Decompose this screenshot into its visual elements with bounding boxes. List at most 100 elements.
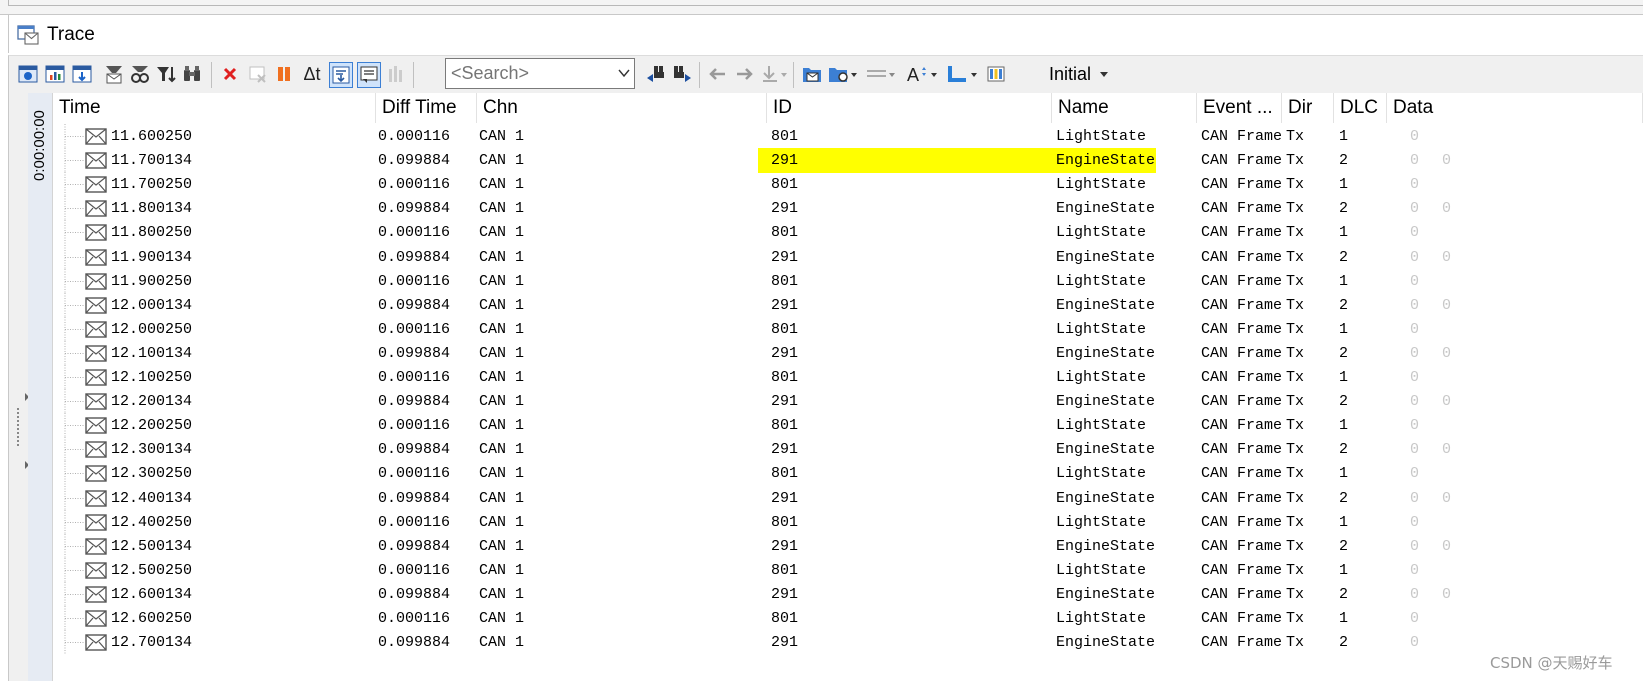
splitter-grip[interactable]	[17, 408, 21, 446]
cell-event: CAN Frame	[1201, 320, 1283, 338]
color-button[interactable]	[945, 62, 979, 86]
cell-chn: CAN 1	[479, 634, 525, 652]
message-icon	[85, 537, 107, 555]
cell-time: 11.900134	[111, 248, 193, 266]
search-input[interactable]	[446, 59, 611, 87]
forward-button[interactable]	[733, 62, 755, 86]
column-header-data[interactable]: Data	[1387, 93, 1643, 123]
column-chart-button[interactable]	[385, 62, 407, 86]
column-header-id[interactable]: ID	[767, 93, 1052, 123]
cell-chn: CAN 1	[479, 224, 525, 242]
cell-event: CAN Frame	[1201, 489, 1283, 507]
detail-view-button[interactable]	[357, 62, 381, 88]
table-row[interactable]: 12.000134 0.099884 CAN 1 291 EngineState CAN …	[53, 292, 1643, 318]
cell-diff: 0.099884	[378, 634, 451, 652]
initial-dropdown[interactable]: Initial	[1049, 62, 1109, 86]
message-icon	[85, 200, 107, 217]
cell-dir: Tx	[1286, 272, 1305, 290]
table-row[interactable]: 12.300250 0.000116 CAN 1 801 LightState CAN F…	[53, 461, 1643, 487]
cell-data-byte: 0	[1410, 537, 1420, 555]
columns-button[interactable]	[985, 62, 1007, 86]
logging-button[interactable]	[801, 62, 823, 86]
table-row[interactable]: 12.500250 0.000116 CAN 1 801 LightState CAN F…	[53, 557, 1643, 583]
cell-dir: Tx	[1286, 224, 1305, 242]
toolbar-button-4[interactable]	[103, 62, 125, 86]
table-row[interactable]: 12.600134 0.099884 CAN 1 291 EngineState CAN …	[53, 581, 1643, 607]
cell-dlc: 1	[1339, 272, 1349, 290]
chevron-down-icon[interactable]	[618, 67, 630, 79]
separator-line-button[interactable]	[865, 62, 897, 86]
table-row[interactable]: 12.100134 0.099884 CAN 1 291 EngineState CAN …	[53, 340, 1643, 366]
cell-name: LightState	[1056, 610, 1147, 627]
table-row[interactable]: 12.700134 0.099884 CAN 1 291 EngineState CAN …	[53, 630, 1643, 656]
find-previous-button[interactable]	[645, 62, 667, 86]
toolbar-button-7[interactable]	[181, 62, 203, 86]
table-row[interactable]: 11.900134 0.099884 CAN 1 291 EngineState CAN …	[53, 244, 1643, 270]
column-header-diff-time[interactable]: Diff Time	[376, 93, 477, 123]
table-row[interactable]: 12.000250 0.000116 CAN 1 801 LightState CAN F…	[53, 316, 1643, 342]
table-row[interactable]: 12.400250 0.000116 CAN 1 801 LightState CAN F…	[53, 509, 1643, 535]
message-icon	[85, 321, 107, 338]
table-row[interactable]: 11.800250 0.000116 CAN 1 801 LightState CAN F…	[53, 220, 1643, 246]
message-icon	[85, 296, 107, 314]
autoscroll-button[interactable]	[329, 62, 353, 88]
cell-id: 291	[771, 344, 799, 362]
table-row[interactable]: 12.400134 0.099884 CAN 1 291 EngineState CAN …	[53, 485, 1643, 511]
column-header-dlc[interactable]: DLC	[1334, 93, 1387, 123]
cell-id: 801	[771, 320, 799, 338]
cell-name: LightState	[1056, 320, 1147, 338]
cell-time: 12.600134	[111, 585, 193, 603]
config-button[interactable]	[827, 62, 859, 86]
delta-time-button[interactable]: Δt	[299, 62, 325, 86]
cell-dlc: 1	[1339, 176, 1349, 194]
toolbar-button-1[interactable]	[17, 62, 39, 86]
table-row[interactable]: 12.100250 0.000116 CAN 1 801 LightState CAN F…	[53, 365, 1643, 390]
font-button[interactable]: A	[905, 62, 939, 86]
cell-time: 12.300134	[111, 441, 193, 459]
cell-id: 801	[771, 465, 799, 483]
jump-icon	[763, 66, 787, 82]
tree-connector	[63, 244, 85, 270]
find-next-button[interactable]	[671, 62, 693, 86]
cell-data-byte: 0	[1410, 610, 1420, 627]
cell-chn: CAN 1	[479, 465, 525, 483]
pause-button[interactable]	[273, 62, 295, 86]
column-header-name[interactable]: Name	[1052, 93, 1197, 123]
table-row[interactable]: 11.800134 0.099884 CAN 1 291 EngineState CAN …	[53, 196, 1643, 222]
cell-chn: CAN 1	[479, 585, 525, 603]
table-row[interactable]: 11.700250 0.000116 CAN 1 801 LightState CAN F…	[53, 172, 1643, 198]
cell-dir: Tx	[1286, 393, 1305, 411]
toolbar-button-2[interactable]	[44, 62, 66, 86]
table-row[interactable]: 11.900250 0.000116 CAN 1 801 LightState CAN F…	[53, 268, 1643, 294]
cell-event: CAN Frame	[1201, 224, 1283, 242]
cell-time: 12.600250	[111, 610, 193, 627]
table-row[interactable]: 12.200134 0.099884 CAN 1 291 EngineState CAN …	[53, 389, 1643, 415]
table-row[interactable]: 12.600250 0.000116 CAN 1 801 LightState CAN F…	[53, 606, 1643, 631]
table-row[interactable]: 11.700134 0.099884 CAN 1 291 EngineState CAN …	[53, 148, 1643, 174]
table-row[interactable]: 12.500134 0.099884 CAN 1 291 EngineState CAN …	[53, 533, 1643, 559]
trace-window-icon	[17, 25, 39, 45]
search-box[interactable]	[445, 58, 635, 89]
table-row[interactable]: 12.300134 0.099884 CAN 1 291 EngineState CAN …	[53, 437, 1643, 463]
table-row[interactable]: 11.600250 0.000116 CAN 1 801 LightState CAN F…	[53, 124, 1643, 149]
column-icon	[987, 66, 1005, 82]
toolbar-button-6[interactable]	[155, 62, 177, 86]
column-header-time[interactable]: Time	[53, 93, 376, 123]
cell-time: 12.100250	[111, 369, 193, 386]
toolbar-button-5[interactable]	[129, 62, 151, 86]
cell-chn: CAN 1	[479, 513, 525, 531]
jump-button[interactable]	[759, 62, 789, 86]
clear-button[interactable]	[219, 62, 241, 86]
column-header-event[interactable]: Event ...	[1197, 93, 1282, 123]
cell-diff: 0.099884	[378, 489, 451, 507]
column-header-dir[interactable]: Dir	[1282, 93, 1334, 123]
tree-connector	[63, 316, 85, 342]
table-row[interactable]: 12.200250 0.000116 CAN 1 801 LightState CAN F…	[53, 413, 1643, 439]
column-header-chn[interactable]: Chn	[477, 93, 767, 123]
disabled-message-button[interactable]	[247, 62, 269, 86]
cell-id: 801	[771, 561, 799, 579]
toolbar-button-3[interactable]	[71, 62, 93, 86]
left-pane	[8, 93, 29, 681]
back-button[interactable]	[707, 62, 729, 86]
cell-dir: Tx	[1286, 369, 1305, 386]
